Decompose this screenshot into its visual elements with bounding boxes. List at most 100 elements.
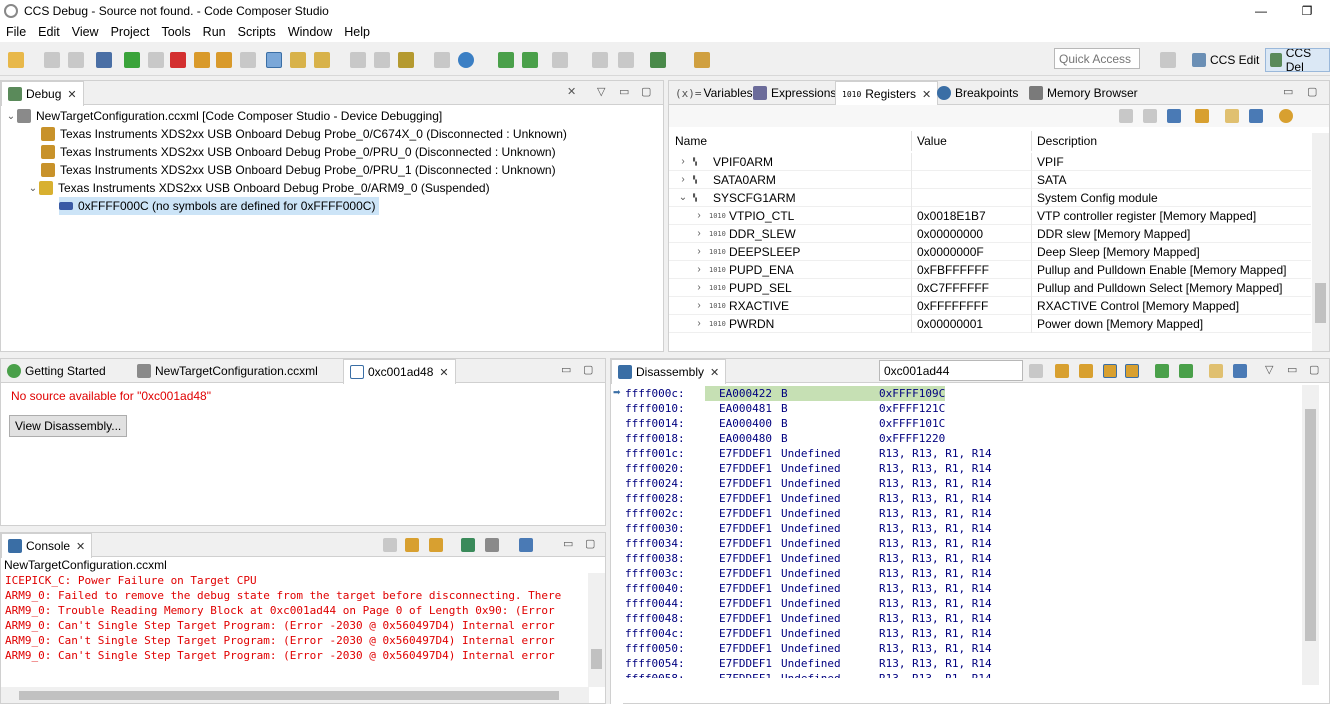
tools-icon[interactable] xyxy=(552,52,568,68)
refresh-icon[interactable] xyxy=(1195,109,1209,123)
step-over-assembly-icon[interactable] xyxy=(522,52,538,68)
tab-source-address[interactable]: 0xc001ad48 ✕ xyxy=(343,359,456,384)
chevron-right-icon[interactable]: › xyxy=(677,153,689,171)
terminal-icon[interactable] xyxy=(96,52,112,68)
reset-icon[interactable] xyxy=(314,52,330,68)
settings-icon[interactable] xyxy=(650,52,666,68)
display-console-icon[interactable] xyxy=(485,538,499,552)
maximize-icon[interactable]: ▢ xyxy=(585,537,595,550)
register-row[interactable]: ⌄ ▚ SYSCFG1ARM System Config module xyxy=(669,189,1311,207)
register-value[interactable]: 0xC7FFFFFF xyxy=(917,279,989,297)
word-wrap-icon[interactable] xyxy=(429,538,443,552)
console-scrollbar-horizontal[interactable] xyxy=(1,687,589,703)
disassembly-row[interactable]: ffff0058: E7FDDEF1 Undefined R13, R13, R1, … xyxy=(625,671,1297,678)
go-icon[interactable] xyxy=(1029,364,1043,378)
remove-all-terminated-icon[interactable]: ✕ xyxy=(567,85,576,98)
chevron-down-icon[interactable]: ⌄ xyxy=(677,189,689,207)
menu-view[interactable]: View xyxy=(66,25,105,39)
disassembly-row[interactable]: ffff0034: E7FDDEF1 Undefined R13, R13, R1, … xyxy=(625,536,1297,551)
perspective-ccs-edit[interactable]: CCS Edit xyxy=(1188,48,1263,72)
disassembly-row[interactable]: ffff0040: E7FDDEF1 Undefined R13, R13, R1, … xyxy=(625,581,1297,596)
menu-file[interactable]: File xyxy=(0,25,32,39)
register-value[interactable]: 0xFBFFFFFF xyxy=(917,261,989,279)
chevron-right-icon[interactable]: › xyxy=(677,171,689,189)
link-source-icon[interactable] xyxy=(1103,364,1117,378)
clear-console-icon[interactable] xyxy=(383,538,397,552)
chevron-right-icon[interactable]: › xyxy=(693,207,705,225)
register-value[interactable]: 0xFFFFFFFF xyxy=(917,297,988,315)
disassembly-row[interactable]: ffff0044: E7FDDEF1 Undefined R13, R13, R1, … xyxy=(625,596,1297,611)
tree-core-c674x[interactable]: Texas Instruments XDS2xx USB Onboard Deb… xyxy=(41,125,567,143)
tab-console[interactable]: Console ✕ xyxy=(1,533,93,558)
chevron-right-icon[interactable]: › xyxy=(693,279,705,297)
tab-target-config[interactable]: NewTargetConfiguration.ccxml xyxy=(131,359,324,383)
breakpoint-icon[interactable] xyxy=(374,52,390,68)
column-header-name[interactable]: Name xyxy=(675,131,707,149)
tree-core-pru1[interactable]: Texas Instruments XDS2xx USB Onboard Deb… xyxy=(41,161,556,179)
register-value[interactable]: 0x00000001 xyxy=(917,315,983,333)
new-window-icon[interactable] xyxy=(1225,109,1239,123)
perspective-ccs-debug[interactable]: CCS Del xyxy=(1265,48,1330,72)
close-icon[interactable]: ✕ xyxy=(710,366,719,379)
search-icon[interactable] xyxy=(592,52,608,68)
menu-project[interactable]: Project xyxy=(105,25,156,39)
step-return-icon[interactable] xyxy=(240,52,256,68)
open-type-icon[interactable] xyxy=(618,52,634,68)
tab-expressions[interactable]: Expressions xyxy=(747,81,842,105)
pin-console-icon[interactable] xyxy=(461,538,475,552)
tab-debug[interactable]: Debug ✕ xyxy=(1,81,84,106)
open-perspective-icon[interactable] xyxy=(1160,52,1176,68)
tab-disassembly[interactable]: Disassembly ✕ xyxy=(611,359,727,384)
load-program-icon[interactable] xyxy=(290,52,306,68)
minimize-button[interactable]: — xyxy=(1238,0,1284,22)
register-row[interactable]: › 1010 PWRDN 0x00000001 Power down [Memory M… xyxy=(669,315,1311,333)
menu-help[interactable]: Help xyxy=(338,25,376,39)
view-disassembly-button[interactable]: View Disassembly... xyxy=(9,415,128,437)
home-icon[interactable] xyxy=(1079,364,1093,378)
disassembly-row[interactable]: ffff0018: EA000480 B 0xFFFF1220 xyxy=(625,431,1297,446)
close-icon[interactable]: ✕ xyxy=(67,88,76,101)
menu-tools[interactable]: Tools xyxy=(155,25,196,39)
step-over-icon[interactable] xyxy=(1179,364,1193,378)
disassembly-row[interactable]: ffff0054: E7FDDEF1 Undefined R13, R13, R1, … xyxy=(625,656,1297,671)
menu-scripts[interactable]: Scripts xyxy=(232,25,282,39)
console-output[interactable]: ICEPICK_C: Power Failure on Target CPU AR… xyxy=(1,573,589,685)
continuous-refresh-icon[interactable] xyxy=(1279,109,1293,123)
disassembly-address-input[interactable] xyxy=(879,360,1023,381)
maximize-icon[interactable]: ▢ xyxy=(583,363,593,376)
register-value[interactable]: 0x00000000 xyxy=(917,225,983,243)
refresh-icon[interactable] xyxy=(1055,364,1069,378)
disassembly-scrollbar[interactable] xyxy=(1302,385,1319,685)
console-scrollbar-vertical[interactable] xyxy=(588,573,605,687)
debug-icon[interactable] xyxy=(434,52,450,68)
tree-core-pru0[interactable]: Texas Instruments XDS2xx USB Onboard Deb… xyxy=(41,143,556,161)
close-icon[interactable]: ✕ xyxy=(922,88,931,101)
step-into-icon[interactable] xyxy=(1155,364,1169,378)
pin-view-icon[interactable] xyxy=(1249,109,1263,123)
register-row[interactable]: › 1010 RXACTIVE 0xFFFFFFFF RXACTIVE Control … xyxy=(669,297,1311,315)
column-header-description[interactable]: Description xyxy=(1037,131,1097,149)
tab-breakpoints[interactable]: Breakpoints xyxy=(931,81,1024,105)
resume-icon[interactable] xyxy=(124,52,140,68)
register-row[interactable]: › ▚ VPIF0ARM VPIF xyxy=(669,153,1311,171)
minimize-icon[interactable]: ▭ xyxy=(1287,363,1297,376)
disassembly-row[interactable]: ffff0048: E7FDDEF1 Undefined R13, R13, R1, … xyxy=(625,611,1297,626)
minimize-icon[interactable]: ▭ xyxy=(563,537,573,550)
view-menu-icon[interactable]: ▽ xyxy=(597,85,605,98)
step-over-icon[interactable] xyxy=(216,52,232,68)
tree-core-arm9[interactable]: ⌄ Texas Instruments XDS2xx USB Onboard D… xyxy=(27,179,490,197)
maximize-icon[interactable]: ▢ xyxy=(1309,363,1319,376)
view-menu-icon[interactable]: ▽ xyxy=(1265,363,1273,376)
step-assembly-icon[interactable] xyxy=(498,52,514,68)
disassembly-row[interactable]: ffff0028: E7FDDEF1 Undefined R13, R13, R1, … xyxy=(625,491,1297,506)
disassembly-row[interactable]: ffff0020: E7FDDEF1 Undefined R13, R13, R1, … xyxy=(625,461,1297,476)
register-row[interactable]: › 1010 PUPD_ENA 0xFBFFFFFF Pullup and Pulldo… xyxy=(669,261,1311,279)
restart-icon[interactable] xyxy=(350,52,366,68)
step-into-icon[interactable] xyxy=(194,52,210,68)
restore-button[interactable]: ❐ xyxy=(1284,0,1330,22)
close-icon[interactable]: ✕ xyxy=(439,366,448,379)
disassembly-row[interactable]: ffff0010: EA000481 B 0xFFFF121C xyxy=(625,401,1297,416)
column-header-value[interactable]: Value xyxy=(917,131,947,149)
minimize-icon[interactable]: ▭ xyxy=(1283,85,1293,98)
register-value[interactable]: 0x0000000F xyxy=(917,243,984,261)
